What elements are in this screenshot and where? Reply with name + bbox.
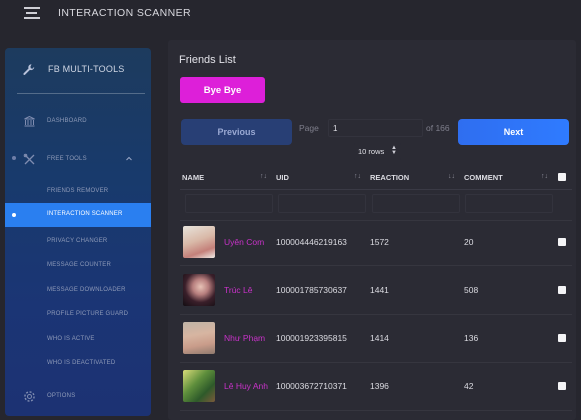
friend-name-link[interactable]: Lê Huy Anh [224, 381, 268, 391]
sidebar-item-message-downloader[interactable]: MESSAGE DOWNLOADER [5, 284, 151, 298]
rows-per-page-select[interactable]: 10 rows ▲ ▼ [354, 143, 401, 160]
reaction-cell: 1572 [370, 237, 389, 247]
comment-cell: 136 [464, 333, 479, 343]
friends-list-panel: Friends List Bye Bye Previous Page of 16… [168, 40, 576, 420]
page-count: of 166 [426, 123, 450, 133]
sidebar-item-profile-picture-guard[interactable]: PROFILE PICTURE GUARD [5, 308, 151, 322]
sort-desc-icon[interactable]: ↓↓ [448, 173, 455, 180]
brand[interactable]: FB MULTI-TOOLS [5, 48, 151, 94]
reaction-filter-input[interactable] [372, 194, 460, 213]
sidebar-item-label: WHO IS DEACTIVATED [47, 360, 116, 366]
top-bar: INTERACTION SCANNER [0, 0, 581, 38]
divider [180, 220, 572, 221]
sidebar-item-label: MESSAGE COUNTER [47, 262, 112, 268]
comment-cell: 508 [464, 285, 479, 295]
sort-icon[interactable]: ↑↓ [354, 173, 361, 180]
bullet-icon [12, 156, 16, 160]
reaction-cell: 1414 [370, 333, 389, 343]
sidebar-item-label: INTERACTION SCANNER [47, 211, 123, 217]
sort-icon[interactable]: ↑↓ [260, 173, 267, 180]
divider [180, 189, 572, 190]
menu-icon[interactable] [24, 7, 40, 19]
avatar [183, 370, 215, 402]
uid-cell: 100001923395815 [276, 333, 347, 343]
tools-icon [23, 153, 35, 165]
column-header-name[interactable]: NAME [182, 173, 204, 182]
sidebar-item-free-tools[interactable]: FREE TOOLS [5, 153, 151, 167]
comment-cell: 20 [464, 237, 474, 247]
uid-cell: 100003672710371 [276, 381, 347, 391]
column-header-comment[interactable]: COMMENT [464, 173, 503, 182]
avatar [183, 274, 215, 306]
sidebar: FB MULTI-TOOLS DASHBOARD FREE TOOLS FRIE… [5, 48, 151, 416]
sidebar-item-who-is-deactivated[interactable]: WHO IS DEACTIVATED [5, 357, 151, 371]
row-checkbox[interactable] [558, 238, 566, 246]
sort-arrows-icon: ▲ ▼ [391, 145, 397, 156]
reaction-cell: 1396 [370, 381, 389, 391]
avatar [183, 322, 215, 354]
panel-title: Friends List [179, 54, 236, 66]
page-input[interactable] [328, 119, 423, 137]
row-checkbox[interactable] [558, 382, 566, 390]
rows-per-page-value: 10 rows [358, 147, 385, 156]
sidebar-item-label: FRIENDS REMOVER [47, 188, 109, 194]
sidebar-item-label: WHO IS ACTIVE [47, 336, 95, 342]
friend-name-link[interactable]: Uyên Com [224, 237, 264, 247]
sidebar-item-friends-remover[interactable]: FRIENDS REMOVER [5, 185, 151, 199]
app-window: INTERACTION SCANNER FB MULTI-TOOLS DASHB… [0, 0, 581, 420]
sidebar-item-dashboard[interactable]: DASHBOARD [5, 115, 151, 129]
gear-icon [24, 391, 35, 402]
column-header-uid[interactable]: UID [276, 173, 289, 182]
divider [180, 265, 572, 266]
name-filter-input[interactable] [185, 194, 273, 213]
previous-button[interactable]: Previous [181, 119, 292, 145]
active-dot-icon [12, 213, 16, 217]
divider [180, 410, 572, 411]
brand-label: FB MULTI-TOOLS [48, 64, 125, 74]
divider [180, 314, 572, 315]
next-button[interactable]: Next [458, 119, 569, 145]
sidebar-item-who-is-active[interactable]: WHO IS ACTIVE [5, 333, 151, 347]
uid-cell: 100004446219163 [276, 237, 347, 247]
row-checkbox[interactable] [558, 286, 566, 294]
sort-icon[interactable]: ↑↓ [541, 173, 548, 180]
select-all-checkbox[interactable] [558, 173, 566, 181]
page-title: INTERACTION SCANNER [58, 7, 192, 19]
sidebar-item-interaction-scanner[interactable]: INTERACTION SCANNER [5, 203, 151, 227]
sidebar-item-label: PRIVACY CHANGER [47, 238, 108, 244]
bank-icon [24, 115, 35, 127]
sidebar-item-label: DASHBOARD [47, 118, 87, 124]
bye-bye-button[interactable]: Bye Bye [180, 77, 265, 103]
sidebar-item-privacy-changer[interactable]: PRIVACY CHANGER [5, 235, 151, 249]
uid-cell: 100001785730637 [276, 285, 347, 295]
sidebar-item-label: OPTIONS [47, 393, 76, 399]
column-header-reaction[interactable]: REACTION [370, 173, 409, 182]
friend-name-link[interactable]: Như Phạm [224, 333, 265, 343]
sidebar-item-label: FREE TOOLS [47, 156, 87, 162]
chevron-up-icon [126, 156, 132, 161]
sidebar-item-label: PROFILE PICTURE GUARD [47, 311, 129, 317]
comment-filter-input[interactable] [465, 194, 553, 213]
uid-filter-input[interactable] [278, 194, 366, 213]
page-label: Page [299, 123, 319, 133]
friend-name-link[interactable]: Trúc Lê [224, 285, 253, 295]
wrench-icon [23, 64, 35, 75]
sidebar-item-message-counter[interactable]: MESSAGE COUNTER [5, 259, 151, 273]
row-checkbox[interactable] [558, 334, 566, 342]
avatar [183, 226, 215, 258]
comment-cell: 42 [464, 381, 474, 391]
divider [17, 93, 145, 94]
sidebar-item-options[interactable]: OPTIONS [5, 390, 151, 404]
sidebar-item-label: MESSAGE DOWNLOADER [47, 287, 126, 293]
divider [180, 362, 572, 363]
reaction-cell: 1441 [370, 285, 389, 295]
